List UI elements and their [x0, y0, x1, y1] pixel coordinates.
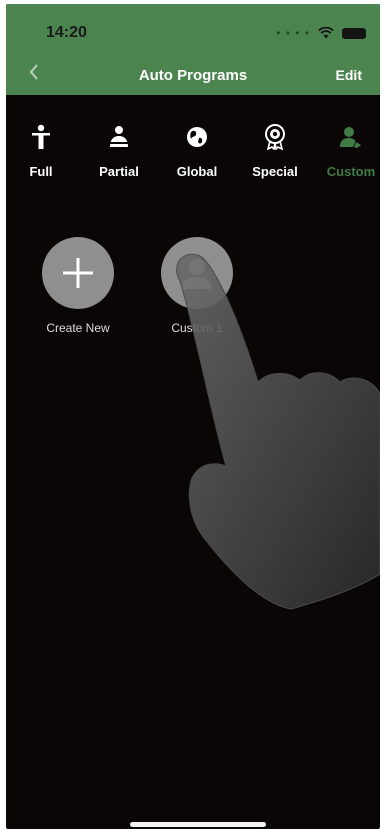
phone-screen: 14:20 • • • • Auto Programs Edit Full Pa…	[6, 4, 380, 829]
home-indicator[interactable]	[130, 822, 266, 827]
pointing-hand-icon	[176, 253, 380, 610]
